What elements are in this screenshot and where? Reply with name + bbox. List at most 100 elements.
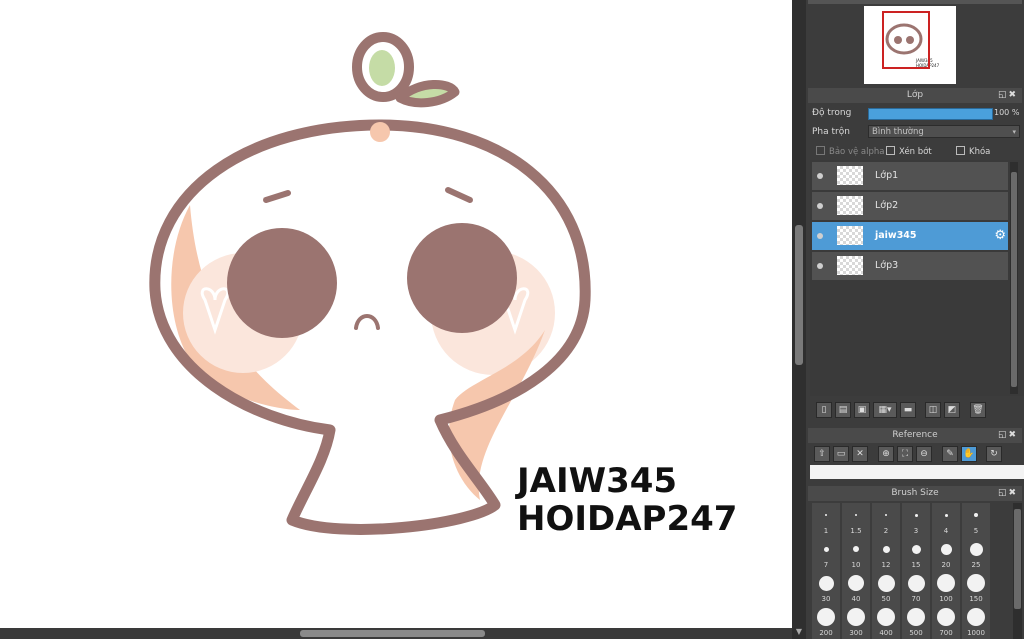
brush-size-label: 150 xyxy=(969,595,983,603)
right-panel: JAIW345 HOIDAP247 Lớp ◱✖ Độ trong 100 % … xyxy=(806,0,1024,639)
layer-row-4[interactable]: Lớp3 xyxy=(812,252,1008,282)
brush-size-cell[interactable]: 25 xyxy=(962,537,990,571)
brush-size-cell[interactable]: 70 xyxy=(902,571,930,605)
layer-name: Lớp1 xyxy=(875,170,899,181)
brush-size-label: 5 xyxy=(973,527,979,535)
brush-size-scroll-thumb[interactable] xyxy=(1014,509,1021,609)
visibility-dot-icon[interactable] xyxy=(817,173,823,179)
navigator-thumbnail[interactable]: JAIW345 HOIDAP247 xyxy=(864,6,956,84)
sprout-base-dot xyxy=(370,122,390,142)
lock-checkbox[interactable]: Khóa xyxy=(956,146,990,157)
navigator-view-frame[interactable] xyxy=(882,11,930,69)
gear-icon[interactable]: ⚙ xyxy=(994,228,1006,243)
brush-size-cell[interactable]: 300 xyxy=(842,605,870,639)
panel-window-buttons[interactable]: ◱✖ xyxy=(998,428,1018,443)
visibility-dot-icon[interactable] xyxy=(817,233,823,239)
brush-size-label: 70 xyxy=(911,595,921,603)
layer-list-scroll-thumb[interactable] xyxy=(1011,172,1017,387)
panel-window-buttons[interactable]: ◱✖ xyxy=(998,88,1018,103)
undock-icon[interactable]: ◱ xyxy=(998,488,1009,498)
protect-alpha-box[interactable] xyxy=(816,146,825,155)
brush-size-cell[interactable]: 150 xyxy=(962,571,990,605)
duplicate-icon[interactable]: ◫ xyxy=(925,402,941,418)
mask-icon[interactable]: ◩ xyxy=(944,402,960,418)
drawing-canvas[interactable]: JAIW345 HOIDAP247 xyxy=(0,0,792,628)
brush-dot-icon xyxy=(907,608,925,626)
blend-mode-select[interactable]: Bình thường ▾ xyxy=(868,125,1020,138)
undock-icon[interactable]: ◱ xyxy=(998,430,1009,440)
lock-box[interactable] xyxy=(956,146,965,155)
brush-size-cell[interactable]: 20 xyxy=(932,537,960,571)
brush-size-cell[interactable]: 200 xyxy=(812,605,840,639)
new-layer-icon[interactable]: ▯ xyxy=(816,402,832,418)
zoom-out-icon[interactable]: ⊖ xyxy=(916,446,932,462)
fit-icon[interactable]: ⛶ xyxy=(897,446,913,462)
copy-layer-icon[interactable]: ▣ xyxy=(854,402,870,418)
upload-icon[interactable]: ⇧ xyxy=(814,446,830,462)
brush-size-cell[interactable]: 400 xyxy=(872,605,900,639)
new-layer-alt-icon[interactable]: ▤ xyxy=(835,402,851,418)
brush-size-cell[interactable]: 10 xyxy=(842,537,870,571)
visibility-dot-icon[interactable] xyxy=(817,203,823,209)
brush-size-cell[interactable]: 15 xyxy=(902,537,930,571)
reference-view[interactable] xyxy=(810,465,1024,479)
brush-dot-icon xyxy=(877,608,895,626)
opacity-value: 100 % xyxy=(994,108,1020,117)
brush-size-label: 30 xyxy=(821,595,831,603)
brush-size-label: 1 xyxy=(823,527,829,535)
brush-size-cell[interactable]: 2 xyxy=(872,503,900,537)
brush-size-cell[interactable]: 5 xyxy=(962,503,990,537)
brush-size-label: 15 xyxy=(911,561,921,569)
close-icon[interactable]: ✕ xyxy=(852,446,868,462)
hand-icon[interactable]: ✋ xyxy=(961,446,977,462)
right-eye xyxy=(407,223,517,333)
rotate-icon[interactable]: ↻ xyxy=(986,446,1002,462)
layer-row-3-selected[interactable]: jaiw345 ⚙ xyxy=(812,222,1008,252)
close-icon[interactable]: ✖ xyxy=(1008,488,1018,498)
brush-dot-icon xyxy=(937,608,955,626)
brush-size-label: 3 xyxy=(913,527,919,535)
eyedropper-icon[interactable]: ✎ xyxy=(942,446,958,462)
layer-row-1[interactable]: Lớp1 xyxy=(812,162,1008,192)
brush-size-cell[interactable]: 3 xyxy=(902,503,930,537)
horizontal-scroll-thumb[interactable] xyxy=(300,630,485,637)
brush-size-cell[interactable]: 1.5 xyxy=(842,503,870,537)
scroll-down-arrow-icon[interactable]: ▼ xyxy=(794,627,804,637)
brush-size-cell[interactable]: 1 xyxy=(812,503,840,537)
watermark-line-2: HOIDAP247 xyxy=(517,499,737,539)
brush-size-cell[interactable]: 40 xyxy=(842,571,870,605)
left-eyebrow xyxy=(263,190,291,203)
zoom-in-icon[interactable]: ⊕ xyxy=(878,446,894,462)
brush-size-cell[interactable]: 4 xyxy=(932,503,960,537)
panel-window-buttons[interactable]: ◱✖ xyxy=(998,486,1018,501)
brush-size-cell[interactable]: 500 xyxy=(902,605,930,639)
layer-thumbnail xyxy=(837,226,863,245)
brush-size-cell[interactable]: 700 xyxy=(932,605,960,639)
brush-size-cell[interactable]: 12 xyxy=(872,537,900,571)
brush-size-scrollbar[interactable] xyxy=(1013,503,1022,639)
visibility-dot-icon[interactable] xyxy=(817,263,823,269)
clipping-checkbox[interactable]: Xén bớt xyxy=(886,146,932,157)
vertical-scroll-thumb[interactable] xyxy=(795,225,803,365)
close-icon[interactable]: ✖ xyxy=(1008,90,1018,100)
merge-down-icon[interactable]: ▦▾ xyxy=(873,402,897,418)
close-icon[interactable]: ✖ xyxy=(1008,430,1018,440)
folder-icon[interactable]: ▬ xyxy=(900,402,916,418)
opacity-slider[interactable] xyxy=(868,108,993,120)
layer-row-2[interactable]: Lớp2 xyxy=(812,192,1008,222)
brush-size-cell[interactable]: 30 xyxy=(812,571,840,605)
trash-icon[interactable]: 🗑 xyxy=(970,402,986,418)
horizontal-scrollbar[interactable] xyxy=(0,628,792,639)
brush-dot-icon xyxy=(907,574,925,592)
clipping-box[interactable] xyxy=(886,146,895,155)
layer-list-scrollbar[interactable] xyxy=(1010,162,1018,394)
vertical-scrollbar[interactable]: ▼ xyxy=(792,0,806,639)
brush-size-cell[interactable]: 50 xyxy=(872,571,900,605)
brush-size-label: 100 xyxy=(939,595,953,603)
protect-alpha-checkbox[interactable]: Bảo vệ alpha xyxy=(816,146,884,157)
open-folder-icon[interactable]: ▭ xyxy=(833,446,849,462)
undock-icon[interactable]: ◱ xyxy=(998,90,1009,100)
brush-size-cell[interactable]: 7 xyxy=(812,537,840,571)
brush-size-cell[interactable]: 1000 xyxy=(962,605,990,639)
brush-size-cell[interactable]: 100 xyxy=(932,571,960,605)
